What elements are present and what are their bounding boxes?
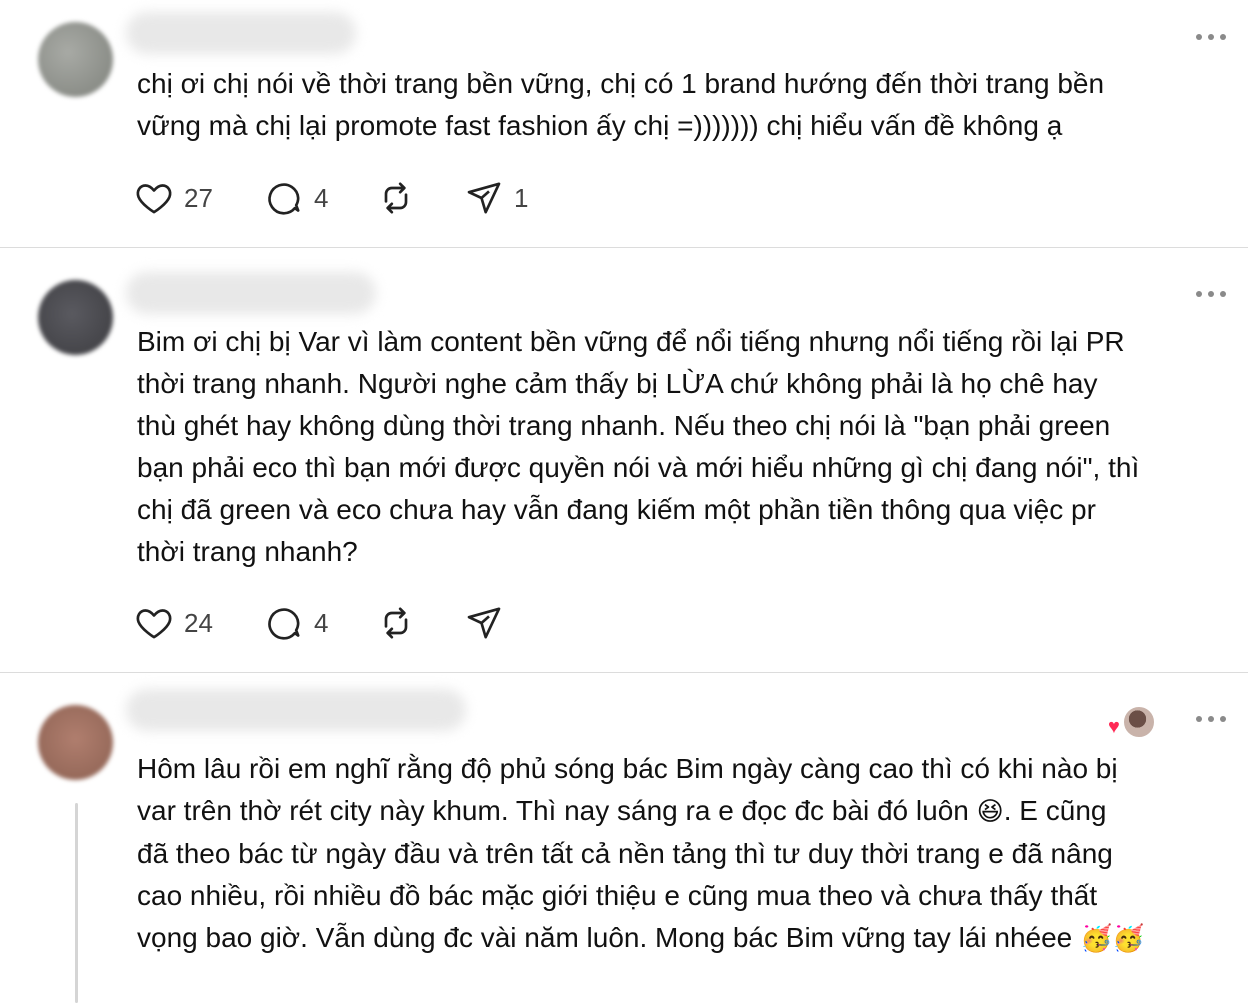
- username-blurred[interactable]: [126, 12, 356, 54]
- reply-button[interactable]: 4: [264, 603, 328, 643]
- avatar[interactable]: [38, 280, 113, 355]
- repost-button[interactable]: [376, 178, 416, 218]
- post-text: Bim ơi chị bị Var vì làm content bền vữn…: [137, 326, 1140, 567]
- text-segment: . E cũng: [1003, 795, 1107, 826]
- like-button[interactable]: 27: [134, 178, 213, 218]
- party-emoji: 🥳🥳: [1080, 924, 1145, 954]
- post-text: chị ơi chị nói về thời trang bền vững, c…: [137, 68, 1105, 141]
- more-options-icon[interactable]: [1196, 715, 1226, 723]
- send-icon: [467, 607, 501, 639]
- text-line: đã theo bác từ ngày đầu và trên tất cả n…: [137, 838, 1113, 869]
- heart-icon: [136, 184, 172, 214]
- repost-icon: [384, 607, 408, 639]
- reply-count: 4: [314, 182, 329, 213]
- reply-button[interactable]: 4: [264, 178, 328, 218]
- laughing-emoji: 😆: [976, 797, 1004, 827]
- text-line: Hôm lâu rồi em nghĩ rằng độ phủ sóng bác…: [137, 753, 1118, 784]
- liked-by-author[interactable]: ♥: [1108, 705, 1156, 739]
- text-line: cao nhiều, rồi nhiều đồ bác mặc giới thi…: [137, 880, 1098, 911]
- thread-line: [75, 803, 78, 1003]
- heart-icon: ♥: [1108, 716, 1120, 738]
- post-3: ♥ Hôm lâu rồi em nghĩ rằng độ phủ sóng b…: [0, 673, 1248, 1003]
- more-options-icon[interactable]: [1196, 290, 1226, 298]
- send-icon: [467, 182, 501, 214]
- like-count: 27: [184, 182, 213, 213]
- heart-icon: [136, 609, 172, 639]
- text-line: var trên thờ rét city này khum. Thì nay …: [137, 790, 1227, 833]
- share-button[interactable]: 1: [464, 178, 528, 218]
- like-button[interactable]: 24: [134, 603, 213, 643]
- author-avatar: [1122, 705, 1156, 739]
- share-count: 1: [514, 182, 529, 213]
- more-options-icon[interactable]: [1196, 33, 1226, 41]
- post-2: Bim ơi chị bị Var vì làm content bền vữn…: [0, 248, 1248, 672]
- share-button[interactable]: [464, 603, 504, 643]
- username-blurred[interactable]: [126, 689, 466, 731]
- comment-icon: [268, 608, 300, 640]
- text-segment: vọng bao giờ. Vẫn dùng đc vài năm luôn. …: [137, 922, 1073, 953]
- text-line: vọng bao giờ. Vẫn dùng đc vài năm luôn. …: [137, 917, 1227, 960]
- comment-icon: [268, 183, 300, 215]
- post-text: Hôm lâu rồi em nghĩ rằng độ phủ sóng bác…: [137, 748, 1227, 960]
- username-blurred[interactable]: [126, 272, 376, 314]
- reply-count: 4: [314, 607, 329, 638]
- avatar[interactable]: [38, 705, 113, 780]
- repost-button[interactable]: [376, 603, 416, 643]
- avatar[interactable]: [38, 22, 113, 97]
- like-count: 24: [184, 607, 213, 638]
- repost-icon: [384, 182, 408, 214]
- post-1: chị ơi chị nói về thời trang bền vững, c…: [0, 0, 1248, 247]
- text-segment: var trên thờ rét city này khum. Thì nay …: [137, 795, 969, 826]
